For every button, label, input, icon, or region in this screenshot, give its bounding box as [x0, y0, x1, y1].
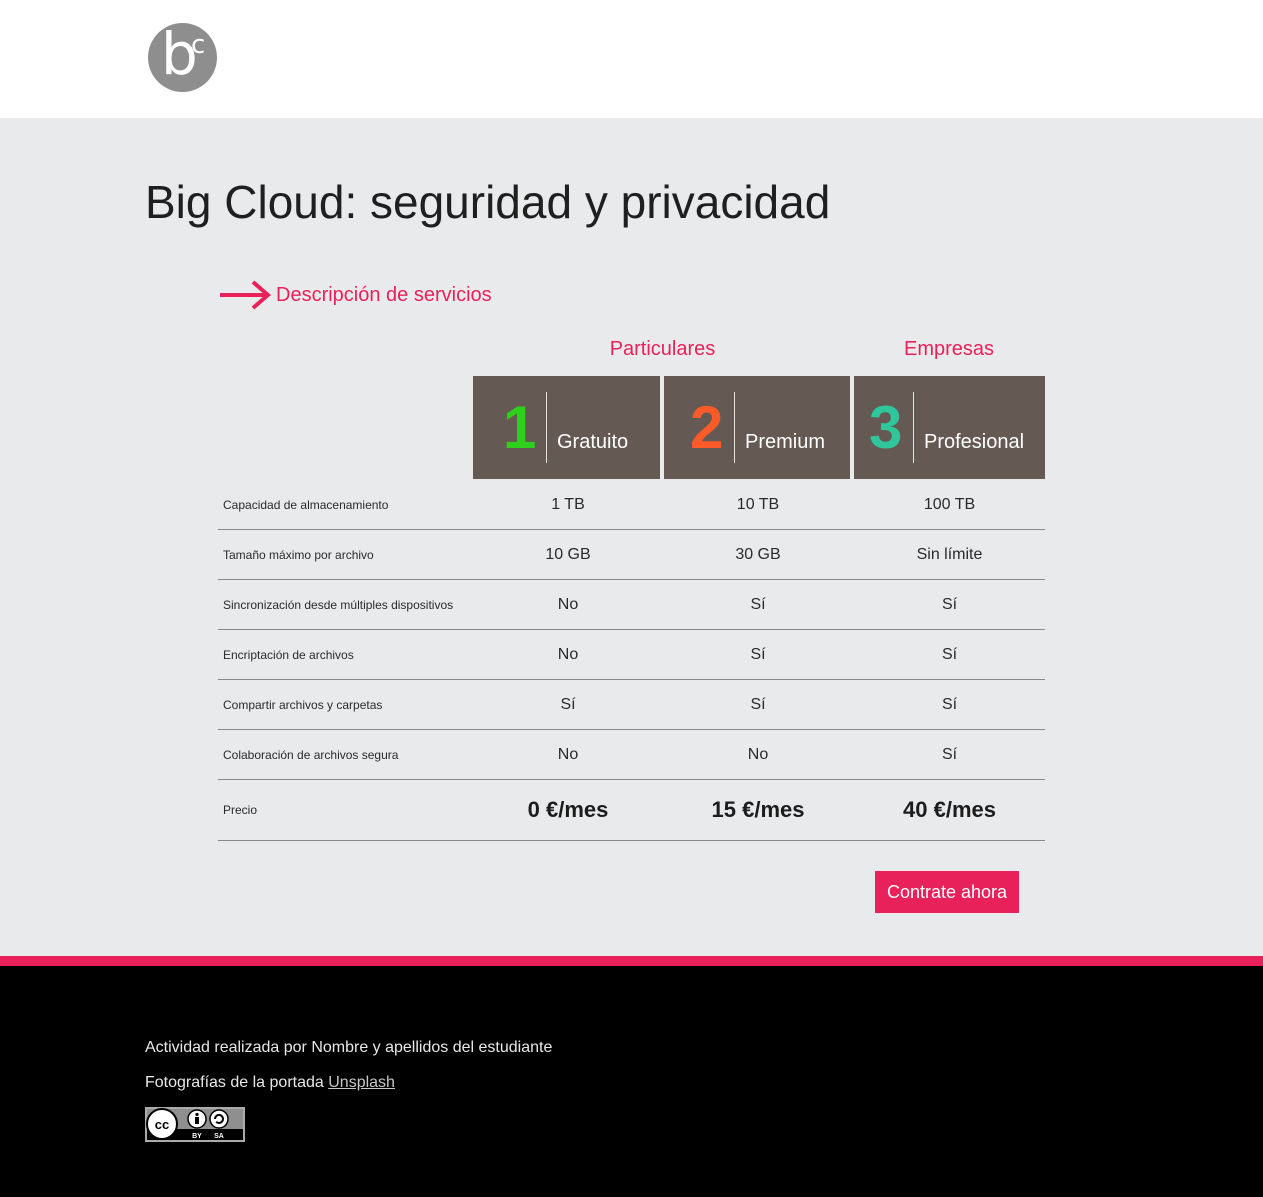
plan-header-premium: 2 Premium: [664, 376, 850, 479]
plan-name: Premium: [745, 431, 826, 453]
row-label: Tamaño máximo por archivo: [223, 547, 374, 562]
table-row: Sincronización desde múltiples dispositi…: [218, 580, 1045, 630]
page-title: Big Cloud: seguridad y privacidad: [145, 176, 831, 228]
site-header: b c: [0, 0, 1263, 118]
main-content: Big Cloud: seguridad y privacidad Descri…: [0, 118, 1263, 956]
table-row: Tamaño máximo por archivo 10 GB 30 GB Si…: [218, 530, 1045, 580]
plan-name: Profesional: [924, 431, 1025, 453]
cell-professional: 100 TB: [923, 495, 976, 513]
table-row: Capacidad de almacenamiento 1 TB 10 TB 1…: [218, 480, 1045, 530]
plan-header-free: 1 Gratuito: [473, 376, 660, 479]
cell-premium: No: [747, 745, 769, 763]
cell-free: 1 TB: [551, 495, 585, 513]
cell-premium: Sí: [750, 595, 766, 613]
cell-premium: Sí: [750, 695, 766, 713]
photos-credit-text: Fotografías de la portada: [145, 1074, 324, 1091]
cell-professional: Sin límite: [916, 545, 983, 563]
group-label-business: Empresas: [903, 338, 995, 360]
cell-free: No: [557, 595, 579, 613]
plan-number: 1: [503, 394, 537, 461]
cell-professional: Sí: [941, 595, 958, 613]
row-label: Capacidad de almacenamiento: [223, 497, 389, 512]
price-premium: 15 €/mes: [711, 797, 805, 822]
price-free: 0 €/mes: [527, 797, 609, 822]
brand-logo[interactable]: b c: [148, 23, 217, 92]
logo-superscript: c: [191, 30, 206, 60]
cell-free: No: [557, 745, 579, 763]
unsplash-link[interactable]: Unsplash: [328, 1074, 395, 1091]
table-row: Compartir archivos y carpetas Sí Sí Sí: [218, 680, 1045, 730]
subscribe-now-button[interactable]: Contrate ahora: [875, 871, 1019, 913]
cell-professional: Sí: [941, 695, 958, 713]
price-professional: 40 €/mes: [903, 797, 996, 822]
row-label: Colaboración de archivos segura: [223, 747, 399, 762]
arrow-right-icon: [220, 280, 271, 310]
plan-number: 3: [869, 394, 903, 461]
table-row: Colaboración de archivos segura No No Sí: [218, 730, 1045, 780]
footer-accent-bar: [0, 956, 1263, 966]
services-description-label: Descripción de servicios: [276, 283, 492, 306]
cell-professional: Sí: [941, 745, 958, 763]
table-row: Encriptación de archivos No Sí Sí: [218, 630, 1045, 680]
plan-divider: [913, 392, 914, 463]
plan-divider: [546, 392, 547, 463]
plan-number: 2: [690, 394, 724, 461]
group-label-individuals: Particulares: [609, 338, 716, 360]
plan-divider: [734, 392, 735, 463]
row-label: Sincronización desde múltiples dispositi…: [223, 597, 454, 612]
site-footer: Actividad realizada por Nombre y apellid…: [0, 966, 1263, 1197]
cc-by-sa-license-icon[interactable]: cc BY SA: [145, 1107, 245, 1142]
cell-premium: 30 GB: [735, 545, 781, 563]
cell-professional: Sí: [941, 645, 958, 663]
footer-photos-credit: Fotografías de la portada Unsplash: [145, 1073, 395, 1093]
footer-credit: Actividad realizada por Nombre y apellid…: [145, 1039, 553, 1056]
cc-text: cc: [155, 1117, 169, 1132]
cell-premium: 10 TB: [736, 495, 780, 513]
price-row: Precio 0 €/mes 15 €/mes 40 €/mes: [218, 780, 1045, 841]
sa-text: SA: [214, 1133, 224, 1140]
cell-free: 10 GB: [545, 545, 591, 563]
cell-free: No: [557, 645, 579, 663]
services-description-link[interactable]: Descripción de servicios: [219, 280, 492, 310]
plan-name: Gratuito: [557, 431, 629, 453]
plan-header-professional: 3 Profesional: [854, 376, 1045, 479]
cell-free: Sí: [560, 695, 576, 713]
row-label: Compartir archivos y carpetas: [223, 697, 383, 712]
by-text: BY: [192, 1133, 202, 1140]
row-label: Encriptación de archivos: [223, 647, 354, 662]
cell-premium: Sí: [750, 645, 766, 663]
row-label: Precio: [223, 803, 258, 817]
